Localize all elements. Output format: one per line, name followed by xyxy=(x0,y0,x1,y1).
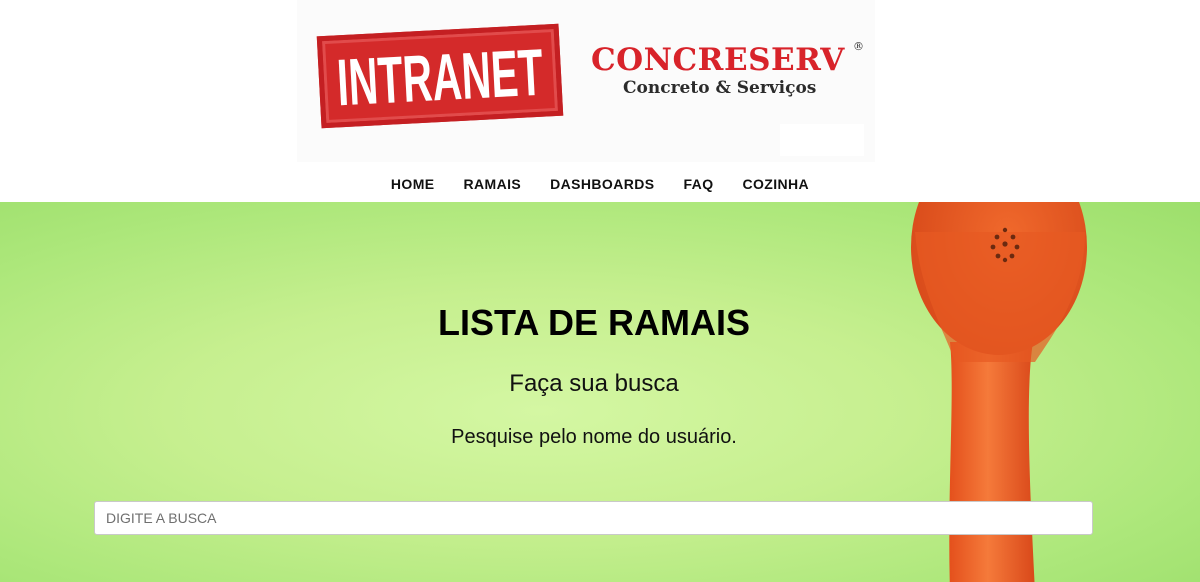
nav-item-ramais[interactable]: RAMAIS xyxy=(449,170,536,198)
search-hint: Pesquise pelo nome do usuário. xyxy=(451,426,737,448)
nav-item-home[interactable]: HOME xyxy=(376,170,449,198)
brand-name: CONCRESERV xyxy=(591,42,845,78)
page-subtitle: Faça sua busca xyxy=(509,370,679,397)
intranet-logo: INTRANET xyxy=(316,23,564,129)
concreserv-logo: CONCRESERV ® Concreto & Serviços xyxy=(591,40,871,98)
site-header: INTRANET CONCRESERV ® Concreto & Serviço… xyxy=(0,0,1200,202)
hero-section: LISTA DE RAMAIS Faça sua busca Pesquise … xyxy=(0,202,1200,582)
nav-item-faq[interactable]: FAQ xyxy=(669,170,728,198)
search-input[interactable] xyxy=(94,501,1093,535)
header-banner: INTRANET CONCRESERV ® Concreto & Serviço… xyxy=(297,0,875,162)
main-nav: HOME RAMAIS DASHBOARDS FAQ COZINHA xyxy=(0,170,1200,198)
nav-item-dashboards[interactable]: DASHBOARDS xyxy=(536,170,669,198)
page-title: LISTA DE RAMAIS xyxy=(438,302,750,343)
registered-mark: ® xyxy=(853,40,864,53)
intranet-logo-text: INTRANET xyxy=(335,35,545,119)
banner-blank-area xyxy=(780,124,864,156)
svg-text:INTRANET: INTRANET xyxy=(335,35,545,119)
brand-subtitle: Concreto & Serviços xyxy=(623,78,817,98)
nav-item-cozinha[interactable]: COZINHA xyxy=(728,170,824,198)
